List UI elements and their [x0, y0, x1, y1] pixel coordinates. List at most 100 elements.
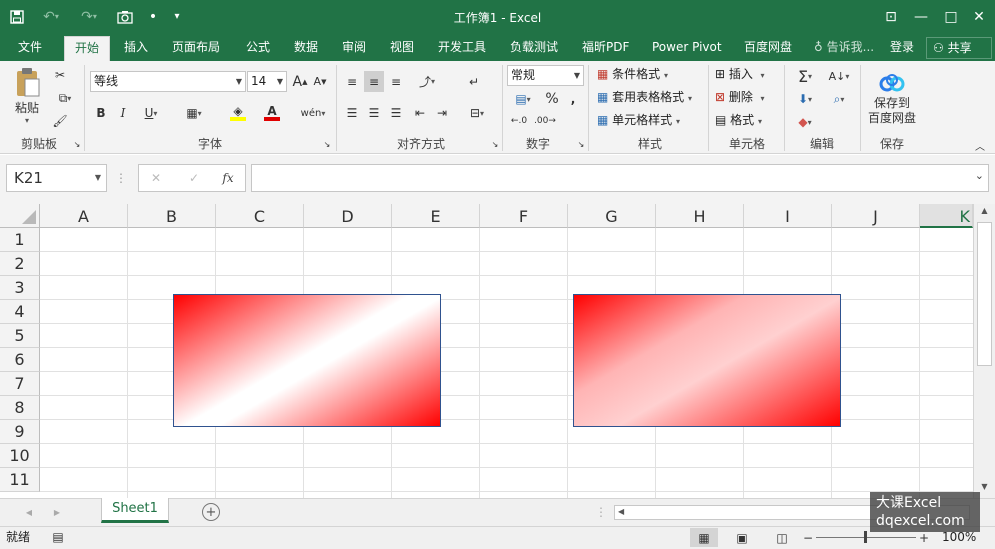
- tell-me-search[interactable]: ♁ 告诉我...: [814, 33, 874, 61]
- column-header-b[interactable]: B: [128, 204, 216, 228]
- format-painter-icon[interactable]: 🖌: [50, 111, 70, 131]
- bold-button[interactable]: B: [92, 103, 110, 123]
- row-header-7[interactable]: 7: [0, 372, 40, 396]
- vertical-scroll-thumb[interactable]: [977, 222, 992, 366]
- fill-icon[interactable]: ⬇ ▾: [790, 88, 820, 110]
- gradient-rectangle-left[interactable]: [173, 294, 441, 427]
- tab-baidu-netdisk[interactable]: 百度网盘: [744, 33, 792, 61]
- decrease-indent-icon[interactable]: ⇤: [410, 103, 430, 123]
- borders-button[interactable]: ▦ ▾: [178, 103, 210, 123]
- tab-view[interactable]: 视图: [390, 33, 414, 61]
- row-header-11[interactable]: 11: [0, 468, 40, 492]
- cancel-icon[interactable]: ✕: [145, 168, 167, 188]
- merge-center-icon[interactable]: ⊟ ▾: [462, 103, 492, 123]
- gradient-rectangle-right[interactable]: [573, 294, 841, 427]
- autosum-icon[interactable]: Σ ▾: [790, 65, 820, 87]
- shrink-font-button[interactable]: A ▼: [312, 71, 328, 92]
- scroll-left-icon[interactable]: ◀: [618, 507, 624, 516]
- font-size-select[interactable]: 14 ▼: [247, 71, 287, 92]
- close-icon[interactable]: ✕: [967, 0, 991, 33]
- alignment-launcher-icon[interactable]: ↘: [490, 139, 500, 149]
- expand-formula-bar-icon[interactable]: ⌄: [975, 169, 984, 182]
- sort-filter-icon[interactable]: A↓ ▾: [824, 65, 854, 87]
- page-layout-view-icon[interactable]: ▣: [730, 528, 754, 547]
- clear-icon[interactable]: ◆ ▾: [790, 111, 820, 133]
- page-break-view-icon[interactable]: ◫: [770, 528, 794, 547]
- format-cells-button[interactable]: ▤ 格式 ▾: [715, 109, 762, 131]
- number-launcher-icon[interactable]: ↘: [576, 139, 586, 149]
- row-header-6[interactable]: 6: [0, 348, 40, 372]
- sheet-scroll-left-icon[interactable]: ◀: [22, 503, 36, 521]
- row-header-10[interactable]: 10: [0, 444, 40, 468]
- select-all-corner[interactable]: [0, 204, 40, 228]
- font-color-button[interactable]: A: [256, 103, 288, 123]
- share-button[interactable]: ⚇ 共享: [926, 37, 992, 59]
- tab-power-pivot[interactable]: Power Pivot: [652, 33, 722, 61]
- fill-color-button[interactable]: ◈: [222, 103, 254, 123]
- clipboard-launcher-icon[interactable]: ↘: [72, 139, 82, 149]
- row-header-8[interactable]: 8: [0, 396, 40, 420]
- formula-input[interactable]: ⌄: [251, 164, 989, 192]
- tab-formulas[interactable]: 公式: [246, 33, 270, 61]
- conditional-formatting-button[interactable]: ▦ 条件格式 ▾: [597, 63, 668, 85]
- bullet-icon[interactable]: •: [146, 0, 160, 33]
- sign-in-link[interactable]: 登录: [890, 33, 914, 61]
- macro-record-icon[interactable]: ▤: [50, 529, 66, 545]
- tab-data[interactable]: 数据: [294, 33, 318, 61]
- column-header-k[interactable]: K: [920, 204, 973, 228]
- row-header-2[interactable]: 2: [0, 252, 40, 276]
- add-sheet-icon[interactable]: +: [202, 503, 220, 521]
- zoom-slider-thumb[interactable]: [864, 531, 867, 543]
- sheet-scroll-right-icon[interactable]: ▶: [50, 503, 64, 521]
- tab-insert[interactable]: 插入: [124, 33, 148, 61]
- copy-icon[interactable]: ⧉ ▾: [50, 88, 80, 108]
- italic-button[interactable]: I: [114, 103, 132, 123]
- align-top-icon[interactable]: ≡: [342, 71, 362, 92]
- enter-icon[interactable]: ✓: [183, 168, 205, 188]
- column-header-d[interactable]: D: [304, 204, 392, 228]
- customize-qat-icon[interactable]: ▾: [170, 0, 184, 33]
- redo-icon[interactable]: ↷ ▾: [74, 0, 104, 33]
- minimize-icon[interactable]: —: [909, 0, 933, 33]
- ribbon-display-options-icon[interactable]: ⊡: [879, 0, 903, 33]
- column-header-c[interactable]: C: [216, 204, 304, 228]
- align-left-icon[interactable]: ☰: [342, 103, 362, 123]
- column-header-i[interactable]: I: [744, 204, 832, 228]
- sheet-tab-sheet1[interactable]: Sheet1: [101, 498, 169, 523]
- find-select-icon[interactable]: ⌕ ▾: [824, 88, 854, 110]
- insert-cells-button[interactable]: ⊞ 插入 ▾: [715, 63, 765, 85]
- paste-button[interactable]: 粘贴 ▾: [8, 65, 46, 127]
- camera-icon[interactable]: [114, 0, 136, 33]
- orientation-icon[interactable]: ⤴ ▾: [412, 71, 442, 92]
- tab-review[interactable]: 审阅: [342, 33, 366, 61]
- underline-button[interactable]: U ▾: [136, 103, 166, 123]
- column-header-f[interactable]: F: [480, 204, 568, 228]
- undo-icon[interactable]: ↶ ▾: [36, 0, 66, 33]
- zoom-slider[interactable]: [816, 531, 916, 543]
- collapse-ribbon-icon[interactable]: ︿: [973, 139, 987, 153]
- font-name-select[interactable]: 等线 ▼: [90, 71, 246, 92]
- worksheet-grid[interactable]: ABCDEFGHIJK 1 2 3 4 5 6 7 8 9 10 11 ▲ ▼: [0, 204, 995, 498]
- save-to-baidu-button[interactable]: 保存到 百度网盘: [864, 65, 920, 133]
- align-center-icon[interactable]: ☰: [364, 103, 384, 123]
- tab-load-test[interactable]: 负载测试: [510, 33, 558, 61]
- zoom-out-icon[interactable]: −: [802, 528, 814, 547]
- insert-function-icon[interactable]: fx: [217, 168, 239, 188]
- row-header-9[interactable]: 9: [0, 420, 40, 444]
- percent-button[interactable]: %: [542, 89, 562, 109]
- row-header-4[interactable]: 4: [0, 300, 40, 324]
- row-header-5[interactable]: 5: [0, 324, 40, 348]
- column-header-j[interactable]: J: [832, 204, 920, 228]
- decrease-decimal-icon[interactable]: .00→: [534, 111, 556, 131]
- align-middle-icon[interactable]: ≡: [364, 71, 384, 92]
- comma-button[interactable]: ,: [566, 89, 580, 109]
- tab-foxit-pdf[interactable]: 福昕PDF: [582, 33, 629, 61]
- column-header-g[interactable]: G: [568, 204, 656, 228]
- accounting-format-icon[interactable]: ▤ ▾: [508, 89, 538, 109]
- scroll-up-icon[interactable]: ▲: [977, 206, 992, 220]
- number-format-select[interactable]: 常规 ▼: [507, 65, 584, 86]
- cell-styles-button[interactable]: ▦ 单元格样式 ▾: [597, 109, 680, 131]
- tab-developer[interactable]: 开发工具: [438, 33, 486, 61]
- increase-decimal-icon[interactable]: ←.0: [508, 111, 530, 131]
- column-header-a[interactable]: A: [40, 204, 128, 228]
